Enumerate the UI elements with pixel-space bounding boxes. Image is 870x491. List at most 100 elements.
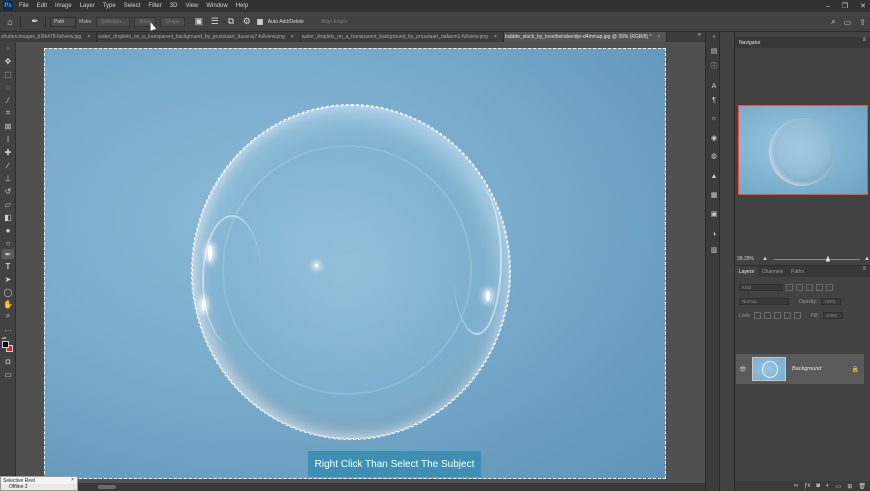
crop-icon[interactable]: ⌗: [2, 108, 14, 118]
menu-type[interactable]: Type: [103, 3, 116, 9]
fill-field[interactable]: 100%: [822, 312, 843, 319]
blur-icon[interactable]: ●: [2, 225, 14, 235]
properties-icon[interactable]: ▣: [709, 209, 719, 219]
history-icon[interactable]: ▤: [709, 46, 719, 56]
lock-position-icon[interactable]: [773, 312, 781, 319]
eyedropper-icon[interactable]: ǀ: [2, 134, 14, 144]
quick-select-icon[interactable]: ⁄: [2, 95, 14, 105]
close-tab-icon[interactable]: ×: [291, 34, 294, 40]
home-icon[interactable]: ⌂: [4, 16, 16, 28]
adjustments-icon[interactable]: ◍: [709, 151, 719, 161]
swatches-icon[interactable]: ▦: [709, 190, 719, 200]
workspace-icon[interactable]: ▭: [844, 18, 852, 27]
panel-menu-icon[interactable]: ≡: [862, 266, 866, 272]
align-edges-label[interactable]: Align Edges: [321, 19, 348, 25]
close-icon[interactable]: ×: [71, 477, 74, 483]
quick-mask-icon[interactable]: ◘: [2, 356, 14, 366]
opacity-field[interactable]: 100%: [821, 298, 842, 305]
type-icon[interactable]: T: [2, 261, 14, 271]
paragraph-icon[interactable]: ¶: [709, 95, 719, 105]
menu-file[interactable]: File: [19, 3, 29, 9]
menu-select[interactable]: Select: [124, 3, 141, 9]
histogram-icon[interactable]: ▲: [709, 171, 719, 181]
frame-icon[interactable]: ⊠: [2, 121, 14, 131]
menu-image[interactable]: Image: [55, 3, 72, 9]
history-brush-icon[interactable]: ↺: [2, 186, 14, 196]
character-icon[interactable]: A: [709, 81, 719, 91]
new-layer-icon[interactable]: ⊞: [847, 483, 852, 490]
blend-mode-select[interactable]: Normal: [739, 298, 789, 305]
lasso-icon[interactable]: ◌: [2, 82, 14, 92]
move-icon[interactable]: ✥: [2, 56, 14, 66]
link-layers-icon[interactable]: ∞: [794, 483, 798, 489]
close-tab-icon[interactable]: ×: [657, 34, 660, 40]
horizontal-scrollbar[interactable]: [98, 485, 116, 489]
path-operations-icon[interactable]: ▣: [193, 16, 205, 28]
lock-image-icon[interactable]: [763, 312, 771, 319]
collapse-icon[interactable]: »: [2, 44, 14, 54]
floating-mini-panel[interactable]: Selective Reel × Offline 2: [0, 476, 78, 491]
foreground-color-swatch[interactable]: [2, 341, 9, 348]
mini-panel-row[interactable]: Offline 2: [1, 484, 77, 490]
zoom-slider-thumb[interactable]: [825, 255, 831, 262]
zoom-out-icon[interactable]: ▲: [762, 256, 768, 262]
lock-all-icon[interactable]: [793, 312, 801, 319]
pen-icon[interactable]: ✒: [2, 249, 14, 259]
filter-adjustment-icon[interactable]: [796, 284, 803, 291]
add-mask-icon[interactable]: ◙: [816, 483, 820, 489]
stamp-icon[interactable]: ⊥: [2, 173, 14, 183]
zoom-slider[interactable]: [773, 255, 861, 262]
filter-pixel-icon[interactable]: [786, 284, 793, 291]
filter-shape-icon[interactable]: [816, 284, 823, 291]
shape-icon[interactable]: ◯: [2, 287, 14, 297]
path-select-icon[interactable]: ➤: [2, 274, 14, 284]
path-alignment-icon[interactable]: ☰: [209, 16, 221, 28]
make-shape-button[interactable]: Shape: [160, 16, 185, 27]
expand-panels-icon[interactable]: «: [709, 32, 719, 42]
adjustment-layer-icon[interactable]: ◐: [826, 483, 830, 489]
close-icon[interactable]: ✕: [860, 2, 866, 10]
menu-filter[interactable]: Filter: [148, 3, 161, 9]
pen-tool-icon[interactable]: ✒: [29, 16, 41, 28]
panel-menu-icon[interactable]: ≡: [862, 37, 866, 43]
light-icon[interactable]: ☼: [709, 113, 719, 123]
restore-icon[interactable]: ❐: [842, 2, 848, 10]
dodge-icon[interactable]: ○: [2, 238, 14, 248]
close-tab-icon[interactable]: ×: [494, 34, 497, 40]
screen-mode-icon[interactable]: ▭: [2, 369, 14, 379]
hand-icon[interactable]: ✋: [2, 299, 14, 309]
lock-transparent-icon[interactable]: [753, 312, 761, 319]
filter-type-icon[interactable]: [806, 284, 813, 291]
healing-icon[interactable]: ✚: [2, 147, 14, 157]
menu-layer[interactable]: Layer: [80, 3, 95, 9]
make-selection-button[interactable]: Selection...: [95, 16, 131, 27]
brush-icon[interactable]: ∕: [2, 160, 14, 170]
new-group-icon[interactable]: ▭: [836, 483, 842, 490]
menu-edit[interactable]: Edit: [37, 3, 47, 9]
minimize-icon[interactable]: –: [826, 3, 830, 10]
tab-paths[interactable]: Paths: [787, 266, 808, 277]
close-tab-icon[interactable]: ×: [87, 34, 90, 40]
tab-layers[interactable]: Layers: [735, 266, 759, 277]
path-arrangement-icon[interactable]: ⧉: [225, 16, 237, 28]
layer-name[interactable]: Background: [792, 366, 821, 372]
doc-tab[interactable]: shuttercimages_d3tk478-fullview.jpg ×: [0, 32, 98, 42]
lock-artboard-icon[interactable]: [783, 312, 791, 319]
3d-icon[interactable]: ◉: [709, 133, 719, 143]
eraser-icon[interactable]: ▱: [2, 199, 14, 209]
info-icon[interactable]: ⓘ: [709, 61, 719, 71]
filter-smart-icon[interactable]: [826, 284, 833, 291]
auto-add-delete-checkbox[interactable]: [256, 18, 263, 25]
zoom-icon[interactable]: ⌕: [2, 311, 14, 321]
menu-window[interactable]: Window: [206, 3, 227, 9]
doc-tab[interactable]: water_droplets_on_a_transparent_backgrou…: [97, 32, 301, 42]
settings-gear-icon[interactable]: ⚙: [241, 16, 253, 28]
more-icon[interactable]: …: [2, 323, 14, 333]
color-icon[interactable]: ◑: [709, 229, 719, 239]
marquee-icon[interactable]: ⬚: [2, 69, 14, 79]
layer-style-icon[interactable]: ƒx: [804, 483, 810, 489]
layer-row-background[interactable]: 👁 Background 🔒: [736, 354, 864, 384]
tab-channels[interactable]: Channels: [758, 266, 787, 277]
delete-layer-icon[interactable]: 🗑: [858, 483, 866, 490]
tabs-overflow-icon[interactable]: »: [698, 32, 701, 38]
